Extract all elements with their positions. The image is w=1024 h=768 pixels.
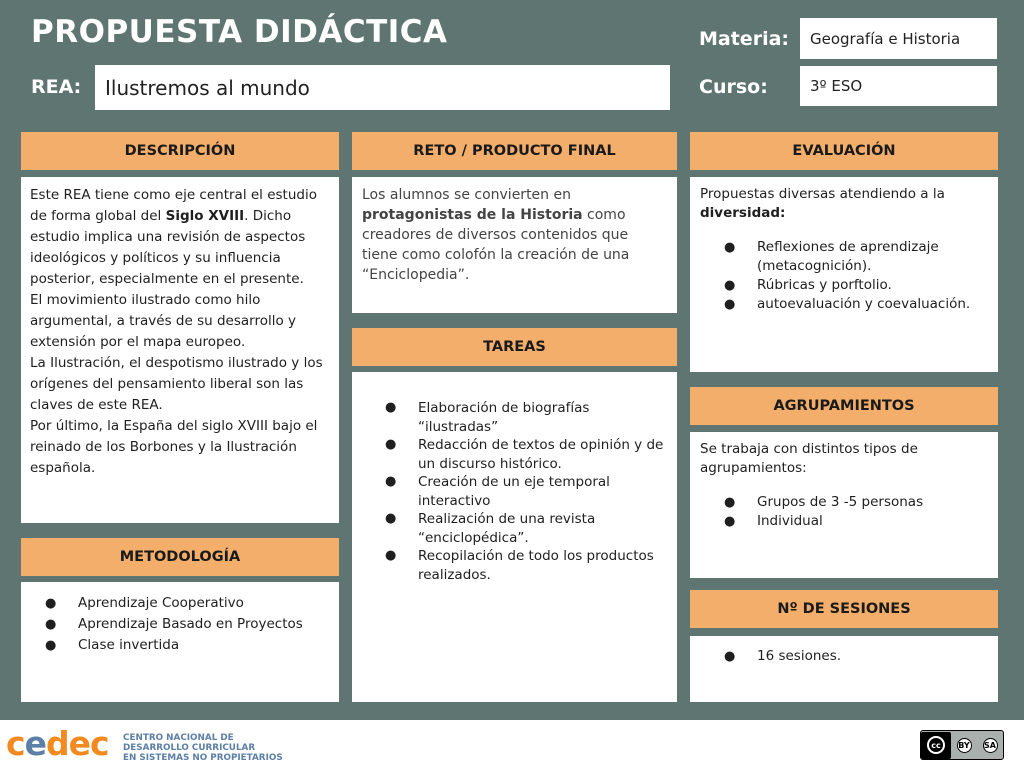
sa-icon: SA xyxy=(982,737,998,753)
rea-field: Ilustremos al mundo xyxy=(95,65,670,110)
descripcion-highlight: Siglo XVIII xyxy=(165,208,245,224)
bullet-icon: ● xyxy=(385,437,397,452)
cc-icons: BY SA xyxy=(951,737,1003,753)
list-item: ● Reflexiones de aprendizaje (metacognici… xyxy=(724,238,988,276)
list-item-text: Grupos de 3 -5 personas xyxy=(757,494,924,510)
cc-icon: cc xyxy=(921,731,951,759)
list-item: ● Recopilación de todo los productos real… xyxy=(385,547,667,584)
list-item-text: Recopilación de todo los productos reali… xyxy=(418,548,654,583)
list-item: ● Elaboración de biografías “ilustradas” xyxy=(385,399,667,436)
reto-heading: RETO / PRODUCTO FINAL xyxy=(352,132,677,170)
evaluacion-highlight: diversidad: xyxy=(700,205,786,221)
sesiones-box: ● 16 sesiones. xyxy=(690,636,998,702)
logo-text: dec xyxy=(45,724,110,763)
list-item: ● Realización de una revista “enciclopédi… xyxy=(385,510,667,547)
organization-line: DESARROLLO CURRICULAR xyxy=(123,743,256,753)
reto-text: Los alumnos se convierten en xyxy=(362,187,571,203)
descripcion-paragraph: Este REA tiene como eje central el estud… xyxy=(30,185,330,290)
bullet-icon: ● xyxy=(45,638,57,653)
tareas-list: ● Elaboración de biografías “ilustradas” … xyxy=(362,399,667,584)
descripcion-paragraph: El movimiento ilustrado como hilo argume… xyxy=(30,292,297,350)
list-item-text: 16 sesiones. xyxy=(757,648,842,664)
bullet-icon: ● xyxy=(45,617,57,632)
list-item: ● Redacción de textos de opinión y de un … xyxy=(385,436,667,473)
page-title: PROPUESTA DIDÁCTICA xyxy=(31,14,448,50)
evaluacion-heading: EVALUACIÓN xyxy=(690,132,998,170)
by-icon: BY xyxy=(956,737,972,753)
list-item: ● Creación de un eje temporal interactivo xyxy=(385,473,667,510)
agrupamientos-list: ● Grupos de 3 -5 personas ● Individual xyxy=(700,493,988,531)
bullet-icon: ● xyxy=(385,511,397,526)
slide: PROPUESTA DIDÁCTICA REA: Ilustremos al m… xyxy=(0,0,1024,768)
tareas-box: ● Elaboración de biografías “ilustradas” … xyxy=(352,372,677,702)
evaluacion-list: ● Reflexiones de aprendizaje (metacognici… xyxy=(700,238,988,314)
agrupamientos-box: Se trabaja con distintos tipos de agrupa… xyxy=(690,432,998,578)
bullet-icon: ● xyxy=(385,474,397,489)
bullet-icon: ● xyxy=(724,240,736,255)
cc-license-badge[interactable]: cc BY SA xyxy=(920,730,1004,760)
list-item: ● Clase invertida xyxy=(45,635,329,656)
list-item: ● Aprendizaje Basado en Proyectos xyxy=(45,614,329,635)
reto-highlight: protagonistas de la Historia xyxy=(362,207,583,223)
bullet-icon: ● xyxy=(724,297,736,312)
list-item-text: Aprendizaje Cooperativo xyxy=(78,595,244,611)
logo-text: c xyxy=(6,724,26,763)
sesiones-heading: Nº DE SESIONES xyxy=(690,590,998,628)
organization-name: CENTRO NACIONAL DE DESARROLLO CURRICULAR… xyxy=(123,733,283,763)
descripcion-paragraph: Por último, la España del siglo XVIII ba… xyxy=(30,418,318,476)
descripcion-paragraph: La Ilustración, el despotismo ilustrado … xyxy=(30,355,323,413)
bullet-icon: ● xyxy=(385,548,397,563)
metodologia-list: ● Aprendizaje Cooperativo ● Aprendizaje Ba… xyxy=(31,593,329,656)
list-item-text: Reflexiones de aprendizaje (metacognició… xyxy=(757,239,939,274)
bullet-icon: ● xyxy=(724,649,736,664)
tareas-heading: TAREAS xyxy=(352,328,677,366)
list-item-text: Creación de un eje temporal interactivo xyxy=(418,474,610,509)
list-item: ● 16 sesiones. xyxy=(724,646,988,667)
metodologia-box: ● Aprendizaje Cooperativo ● Aprendizaje Ba… xyxy=(21,582,339,702)
rea-label: REA: xyxy=(31,76,82,98)
organization-line: EN SISTEMAS NO PROPIETARIOS xyxy=(123,753,283,763)
sesiones-list: ● 16 sesiones. xyxy=(700,646,988,667)
list-item: ● Aprendizaje Cooperativo xyxy=(45,593,329,614)
evaluacion-box: Propuestas diversas atendiendo a la dive… xyxy=(690,177,998,372)
list-item-text: Redacción de textos de opinión y de un d… xyxy=(418,437,664,472)
bullet-icon: ● xyxy=(385,400,397,415)
bullet-icon: ● xyxy=(724,495,736,510)
list-item-text: Aprendizaje Basado en Proyectos xyxy=(78,616,303,632)
bullet-icon: ● xyxy=(45,596,57,611)
logo-text: e xyxy=(24,724,47,763)
descripcion-box: Este REA tiene como eje central el estud… xyxy=(21,177,339,523)
list-item-text: Elaboración de biografías “ilustradas” xyxy=(418,400,590,435)
descripcion-heading: DESCRIPCIÓN xyxy=(21,132,339,170)
bullet-icon: ● xyxy=(724,514,736,529)
bullet-icon: ● xyxy=(724,278,736,293)
materia-label: Materia: xyxy=(699,28,789,50)
materia-field: Geografía e Historia xyxy=(800,18,997,59)
curso-label: Curso: xyxy=(699,76,768,98)
curso-field: 3º ESO xyxy=(800,66,997,106)
agrupamientos-intro: Se trabaja con distintos tipos de agrupa… xyxy=(700,441,918,476)
cc-icon-text: cc xyxy=(927,736,945,754)
evaluacion-intro: Propuestas diversas atendiendo a la dive… xyxy=(700,185,988,223)
list-item-text: Rúbricas y porftolio. xyxy=(757,277,892,293)
list-item-text: Clase invertida xyxy=(78,637,180,653)
reto-box: Los alumnos se convierten en protagonist… xyxy=(352,177,677,313)
reto-paragraph: Los alumnos se convierten en protagonist… xyxy=(362,185,667,285)
list-item-text: Realización de una revista “enciclopédic… xyxy=(418,511,596,546)
cedec-logo: cedec xyxy=(6,724,110,764)
agrupamientos-heading: AGRUPAMIENTOS xyxy=(690,387,998,425)
list-item: ● Individual xyxy=(724,512,988,531)
organization-line: CENTRO NACIONAL DE xyxy=(123,733,234,743)
list-item: ● Rúbricas y porftolio. xyxy=(724,276,988,295)
evaluacion-text: Propuestas diversas atendiendo a la xyxy=(700,186,945,202)
list-item-text: autoevaluación y coevaluación. xyxy=(757,296,971,312)
list-item: ● autoevaluación y coevaluación. xyxy=(724,295,988,314)
list-item: ● Grupos de 3 -5 personas xyxy=(724,493,988,512)
list-item-text: Individual xyxy=(757,513,823,529)
metodologia-heading: METODOLOGÍA xyxy=(21,538,339,576)
